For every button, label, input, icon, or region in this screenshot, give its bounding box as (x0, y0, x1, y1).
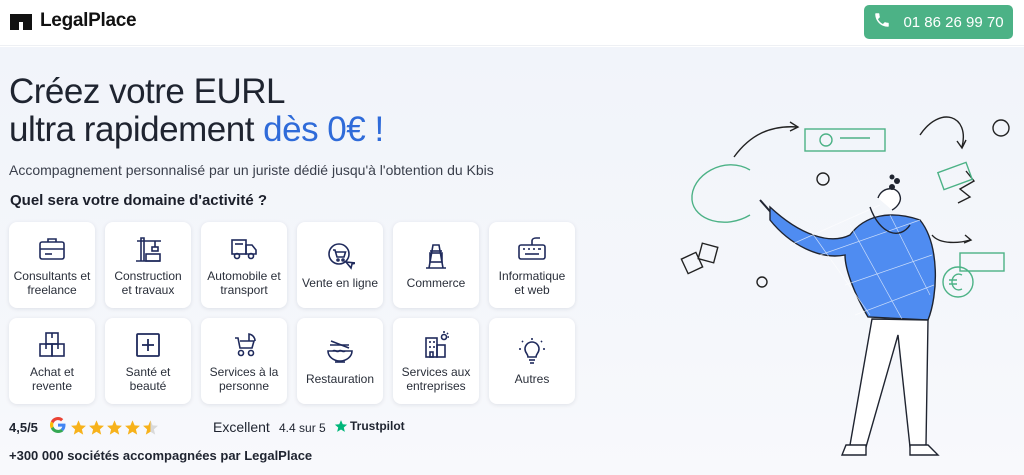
hero-title-line1: Créez votre EURL (9, 72, 285, 111)
boxes-icon (37, 330, 67, 360)
category-label: Informatique et web (498, 268, 566, 297)
category-card-automobile[interactable]: Automobile et transport (201, 222, 287, 308)
category-label: Consultants et freelance (13, 268, 91, 297)
google-logo-icon (49, 417, 66, 438)
hero-title: Créez votre EURL ultra rapidement dès 0€… (9, 73, 384, 149)
category-card-commerce[interactable]: Commerce (393, 222, 479, 308)
trustpilot-brand[interactable]: Trustpilot (334, 419, 405, 433)
category-card-services-personne[interactable]: Services à la personne (201, 318, 287, 404)
category-label: Autres (514, 371, 550, 386)
top-bar: LegalPlace 01 86 26 99 70 (0, 0, 1024, 46)
category-card-services-entreprises[interactable]: Services aux entreprises (393, 318, 479, 404)
category-label: Construction et travaux (114, 268, 182, 297)
category-card-restauration[interactable]: Restauration (297, 318, 383, 404)
half-star-icon (142, 420, 158, 435)
google-rating: 4,5/5 (9, 417, 159, 438)
truck-icon (229, 234, 259, 264)
category-label: Commerce (406, 275, 466, 290)
lightbulb-icon (517, 337, 547, 367)
hero-subtitle: Accompagnement personnalisé par un juris… (9, 162, 494, 178)
category-label: Santé et beauté (125, 364, 171, 393)
star-icon (106, 420, 122, 435)
briefcase-icon (37, 234, 67, 264)
category-card-consultants[interactable]: Consultants et freelance (9, 222, 95, 308)
category-card-construction[interactable]: Construction et travaux (105, 222, 191, 308)
category-label: Achat et revente (29, 364, 75, 393)
brand-logo[interactable]: LegalPlace (10, 10, 137, 32)
trustpilot-brand-name: Trustpilot (350, 419, 405, 433)
star-icon (70, 420, 86, 435)
star-icon (124, 420, 140, 435)
office-building-icon (421, 330, 451, 360)
online-cart-icon (325, 241, 355, 271)
medical-cross-icon (133, 330, 163, 360)
hero-title-line2: ultra rapidement (9, 110, 264, 149)
category-card-vente-en-ligne[interactable]: Vente en ligne (297, 222, 383, 308)
category-label: Vente en ligne (301, 275, 379, 290)
google-stars (70, 419, 159, 436)
crane-icon (133, 234, 163, 264)
category-card-informatique[interactable]: Informatique et web (489, 222, 575, 308)
category-label: Services aux entreprises (401, 364, 471, 393)
legalplace-logo-icon (10, 10, 32, 32)
trustpilot-score: 4.4 sur 5 (279, 421, 326, 435)
activity-grid: Consultants et freelance Construction et… (9, 222, 577, 404)
phone-icon (873, 11, 891, 33)
brand-name: LegalPlace (40, 10, 137, 31)
trustpilot-label: Excellent (213, 419, 270, 435)
phone-button[interactable]: 01 86 26 99 70 (864, 5, 1013, 39)
trustpilot-star-icon (334, 420, 348, 432)
star-icon (88, 420, 104, 435)
keyboard-icon (517, 234, 547, 264)
category-card-achat-revente[interactable]: Achat et revente (9, 318, 95, 404)
category-label: Automobile et transport (207, 268, 281, 297)
hero-illustration (680, 116, 1010, 456)
category-label: Services à la personne (209, 364, 279, 393)
hero-title-price: dès 0€ ! (263, 110, 384, 149)
noodle-bowl-icon (325, 337, 355, 367)
stroller-icon (229, 330, 259, 360)
google-score: 4,5/5 (9, 420, 38, 435)
category-card-sante-beaute[interactable]: Santé et beauté (105, 318, 191, 404)
category-label: Restauration (305, 371, 375, 386)
sign-board-icon (421, 241, 451, 271)
companies-count-note: +300 000 sociétés accompagnées par Legal… (9, 448, 313, 463)
phone-number: 01 86 26 99 70 (903, 13, 1004, 31)
activity-question: Quel sera votre domaine d'activité ? (10, 192, 267, 209)
category-card-autres[interactable]: Autres (489, 318, 575, 404)
